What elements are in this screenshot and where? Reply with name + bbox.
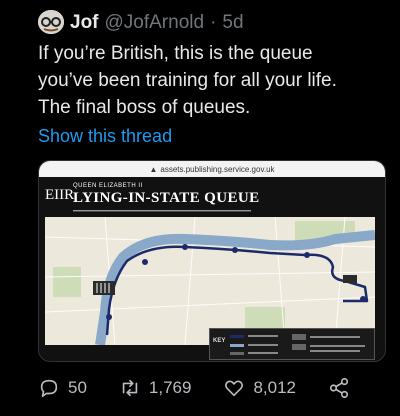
handle[interactable]: @JofArnold — [105, 12, 205, 34]
author-row: Jof @JofArnold · 5d — [70, 10, 244, 36]
poster-kicker: QUEEN ELIZABETH II — [73, 183, 143, 189]
share-button[interactable] — [328, 377, 350, 399]
royal-cypher-logo: EIIR — [45, 187, 75, 203]
avatar[interactable] — [38, 10, 64, 34]
tweet-text-line: If you’re British, this is the queue — [38, 43, 313, 64]
share-icon — [329, 378, 349, 398]
tweet-media-image[interactable]: ▲ assets.publishing.service.gov.uk EIIR … — [38, 160, 386, 362]
like-count: 8,012 — [253, 378, 297, 397]
image-url-bar: ▲ assets.publishing.service.gov.uk — [39, 161, 385, 177]
retweet-count: 1,769 — [148, 378, 192, 397]
tweet-text-line: The final boss of queues. — [38, 97, 251, 118]
show-thread-link[interactable]: Show this thread — [38, 126, 172, 147]
lock-icon: ▲ — [149, 164, 158, 174]
queue-route-map — [45, 217, 375, 345]
map-key-entries — [230, 334, 365, 355]
tweet-text: If you’re British, this is the queue you… — [38, 40, 388, 121]
map-key: KEY — [209, 328, 375, 360]
heart-icon — [225, 380, 244, 397]
like-button[interactable]: 8,012 — [223, 377, 296, 399]
image-url: assets.publishing.service.gov.uk — [160, 164, 275, 174]
poster-subtitle-fineprint — [73, 209, 253, 214]
tweet-text-line: you’ve been training for all your life. — [38, 70, 337, 91]
queue-map-poster: EIIR QUEEN ELIZABETH II LYING-IN-STATE Q… — [39, 177, 385, 361]
avatar-glasses-icon — [38, 10, 64, 34]
tweet-actions: 50 1,769 8,012 — [38, 374, 378, 402]
poster-title: LYING-IN-STATE QUEUE — [73, 190, 260, 206]
display-name[interactable]: Jof — [70, 12, 99, 34]
tweet: Jof @JofArnold · 5d If you’re British, t… — [0, 0, 400, 416]
retweet-icon — [122, 379, 138, 397]
poster-header: EIIR QUEEN ELIZABETH II LYING-IN-STATE Q… — [45, 181, 379, 215]
fineprint-lines — [73, 210, 251, 212]
timestamp[interactable]: 5d — [222, 12, 243, 34]
reply-icon — [40, 379, 58, 398]
separator-dot: · — [210, 12, 217, 33]
retweet-button[interactable]: 1,769 — [119, 377, 192, 399]
reply-button[interactable]: 50 — [38, 377, 87, 399]
reply-count: 50 — [68, 378, 87, 397]
